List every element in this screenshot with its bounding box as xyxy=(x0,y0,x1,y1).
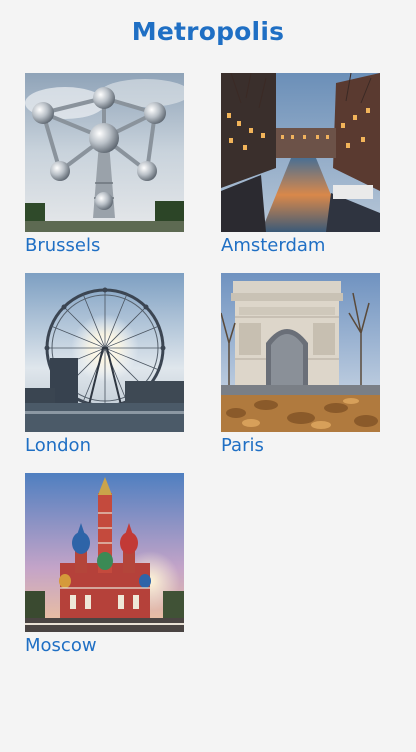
city-card-moscow[interactable]: Moscow xyxy=(25,473,184,658)
atomium-photo[interactable] xyxy=(25,73,184,232)
city-card-amsterdam[interactable]: Amsterdam xyxy=(221,73,380,258)
city-name[interactable]: Paris xyxy=(221,434,380,458)
arc-de-triomphe-photo[interactable] xyxy=(221,273,380,432)
city-card-brussels[interactable]: Brussels xyxy=(25,73,184,258)
city-name[interactable]: Amsterdam xyxy=(221,234,380,258)
city-name[interactable]: London xyxy=(25,434,184,458)
city-name[interactable]: Moscow xyxy=(25,634,184,658)
city-card-london[interactable]: London xyxy=(25,273,184,458)
city-grid: Brussels Amsterdam London Paris Moscow xyxy=(0,0,416,752)
city-name[interactable]: Brussels xyxy=(25,234,184,258)
canal-photo[interactable] xyxy=(221,73,380,232)
st-basils-cathedral-photo[interactable] xyxy=(25,473,184,632)
city-card-paris[interactable]: Paris xyxy=(221,273,380,458)
london-eye-photo[interactable] xyxy=(25,273,184,432)
